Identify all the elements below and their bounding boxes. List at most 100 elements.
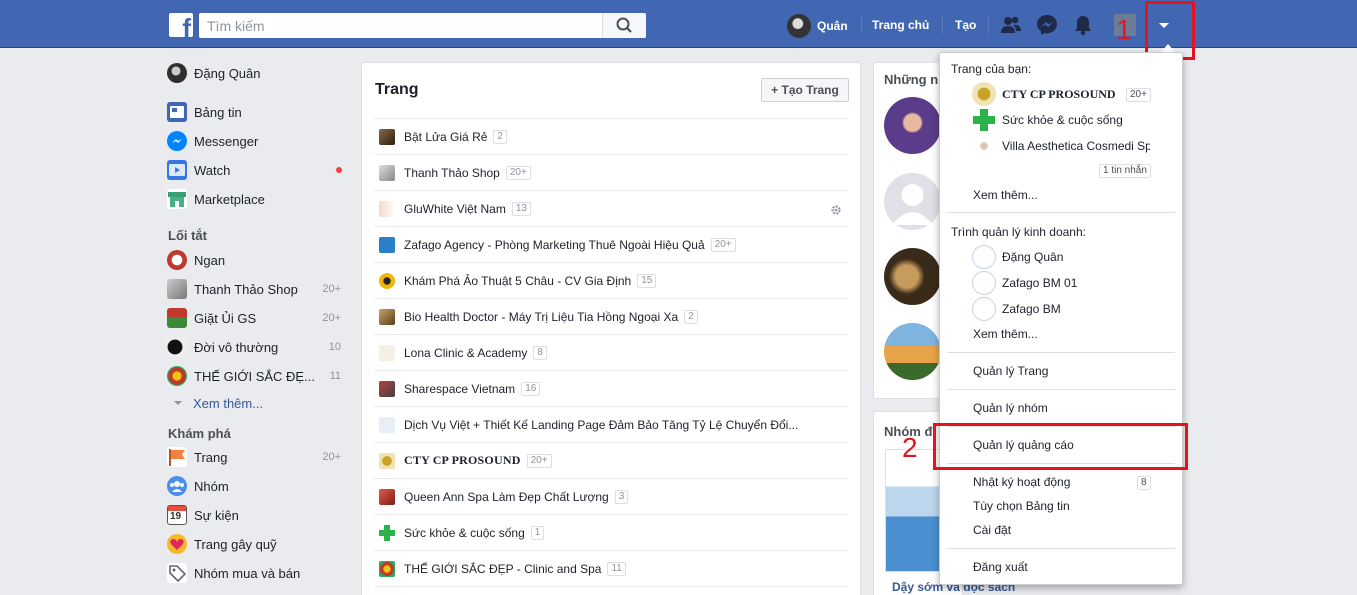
shortcut-item[interactable]: Đời vô thường 10 bbox=[167, 336, 347, 358]
sidebar-profile[interactable]: Đặng Quân bbox=[167, 62, 347, 84]
page-name[interactable]: Lona Clinic & Academy bbox=[404, 346, 527, 360]
table-row[interactable]: Bio Health Doctor - Máy Trị Liệu Tia Hồn… bbox=[374, 298, 848, 334]
sidebar-profile-name: Đặng Quân bbox=[194, 65, 261, 81]
gear-icon[interactable] bbox=[830, 204, 842, 216]
business-account-name: Zafago BM bbox=[1002, 302, 1061, 316]
page-name[interactable]: Zafago Agency - Phòng Marketing Thuê Ngo… bbox=[404, 238, 705, 252]
business-manager-heading: Trình quản lý kinh doanh: bbox=[951, 225, 1086, 239]
page-logo-icon bbox=[167, 250, 187, 270]
page-name[interactable]: THẾ GIỚI SẮC ĐẸP - Clinic and Spa bbox=[404, 562, 601, 576]
manage-groups-menu-item[interactable]: Quản lý nhóm bbox=[973, 401, 1048, 415]
sidebar-item-groups[interactable]: Nhóm bbox=[167, 475, 347, 497]
search-input[interactable] bbox=[199, 13, 599, 38]
activity-log-menu-item[interactable]: Nhật ký hoạt động bbox=[973, 475, 1070, 489]
news-feed-preferences-menu-item[interactable]: Tùy chọn Bảng tin bbox=[973, 499, 1070, 513]
shortcut-item[interactable]: Ngan bbox=[167, 249, 347, 271]
search-icon bbox=[616, 17, 632, 33]
business-account-item[interactable]: Zafago BM bbox=[972, 297, 1172, 321]
shortcut-item[interactable]: THẾ GIỚI SẮC ĐẸ... 11 bbox=[167, 365, 347, 387]
sidebar-item-label: Messenger bbox=[194, 133, 259, 149]
shortcuts-see-more-link[interactable]: Xem thêm... bbox=[173, 392, 353, 414]
sidebar-item-news-feed[interactable]: Bảng tin bbox=[167, 101, 347, 123]
logout-menu-item[interactable]: Đăng xuất bbox=[973, 560, 1028, 574]
divider bbox=[861, 16, 862, 34]
table-row[interactable]: GluWhite Việt Nam 13 bbox=[374, 190, 848, 226]
business-account-item[interactable]: Zafago BM 01 bbox=[972, 271, 1172, 295]
suggested-group-photo[interactable] bbox=[884, 323, 941, 380]
page-title: Trang bbox=[375, 81, 419, 98]
business-icon bbox=[972, 245, 996, 269]
shortcut-count: 20+ bbox=[322, 312, 341, 324]
page-name[interactable]: Queen Ann Spa Làm Đẹp Chất Lượng bbox=[404, 490, 609, 504]
settings-menu-item[interactable]: Cài đặt bbox=[973, 523, 1011, 537]
page-thumbnail bbox=[379, 452, 395, 469]
sidebar-item-events[interactable]: 19 Sự kiện bbox=[167, 504, 347, 526]
page-name[interactable]: Sức khỏe & cuộc sống bbox=[404, 526, 525, 540]
dropdown-page-item[interactable]: Villa Aesthetica Cosmedi Sp bbox=[972, 134, 1150, 158]
green-cross-icon bbox=[973, 109, 995, 131]
business-icon bbox=[972, 297, 996, 321]
suggested-group-photo[interactable] bbox=[884, 248, 941, 305]
search-button[interactable] bbox=[602, 13, 646, 38]
see-more-pages-link[interactable]: Xem thêm... bbox=[973, 188, 1038, 202]
default-avatar-icon[interactable] bbox=[884, 173, 941, 230]
shortcut-label: Giặt Ủi GS bbox=[194, 310, 257, 326]
page-name[interactable]: Bio Health Doctor - Máy Trị Liệu Tia Hồn… bbox=[404, 310, 678, 324]
manage-pages-menu-item[interactable]: Quản lý Trang bbox=[973, 364, 1048, 378]
dropdown-page-item[interactable]: Sức khỏe & cuộc sống bbox=[972, 108, 1172, 132]
shortcut-item[interactable]: Thanh Thảo Shop 20+ bbox=[167, 278, 347, 300]
table-row[interactable]: Bật Lửa Giá Rẻ 2 bbox=[374, 118, 848, 154]
table-row[interactable]: Sharespace Vietnam 16 bbox=[374, 370, 848, 406]
page-thumbnail bbox=[379, 488, 395, 505]
suggested-person-photo[interactable] bbox=[884, 97, 941, 154]
friend-requests-icon[interactable] bbox=[1000, 14, 1022, 36]
page-name[interactable]: Dịch Vụ Việt + Thiết Kế Landing Page Đảm… bbox=[404, 418, 798, 432]
sidebar-item-messenger[interactable]: Messenger bbox=[167, 130, 347, 152]
see-more-business-link[interactable]: Xem thêm... bbox=[973, 327, 1038, 341]
page-name[interactable]: Thanh Thảo Shop bbox=[404, 166, 500, 180]
sidebar-item-marketplace[interactable]: Marketplace bbox=[167, 188, 347, 210]
business-account-name: Đặng Quân bbox=[1002, 250, 1064, 264]
facebook-logo-icon[interactable]: f bbox=[169, 13, 193, 37]
table-row[interactable]: Sức khỏe & cuộc sống 1 bbox=[374, 514, 848, 550]
sidebar-item-pages[interactable]: Trang 20+ bbox=[167, 446, 347, 468]
page-name[interactable]: CTY CP PROSOUND bbox=[404, 453, 521, 468]
table-row[interactable]: Zafago Agency - Phòng Marketing Thuê Ngo… bbox=[374, 226, 848, 262]
sidebar-item-watch[interactable]: Watch bbox=[167, 159, 347, 181]
tag-icon bbox=[167, 563, 187, 583]
table-row[interactable]: THẾ GIỚI SẮC ĐẸP - Clinic and Spa 11 bbox=[374, 550, 848, 586]
table-row[interactable]: Dịch Vụ Việt + Thiết Kế Landing Page Đảm… bbox=[374, 406, 848, 442]
divider bbox=[947, 212, 1175, 213]
page-name[interactable]: GluWhite Việt Nam bbox=[404, 202, 506, 216]
sidebar-item-label: Nhóm bbox=[194, 478, 229, 494]
explore-heading: Khám phá bbox=[168, 426, 231, 441]
create-page-button[interactable]: + Tạo Trang bbox=[761, 78, 849, 102]
shortcut-item[interactable]: Giặt Ủi GS 20+ bbox=[167, 307, 347, 329]
profile-link[interactable]: Quân bbox=[787, 14, 848, 38]
page-logo-icon bbox=[167, 279, 187, 299]
page-thumbnail bbox=[379, 344, 395, 361]
page-thumbnail bbox=[379, 272, 395, 289]
page-name[interactable]: Sharespace Vietnam bbox=[404, 382, 515, 396]
notification-count-badge: 16 bbox=[521, 381, 541, 396]
table-row[interactable]: Khám Phá Ảo Thuật 5 Châu - CV Gia Định 1… bbox=[374, 262, 848, 298]
home-link[interactable]: Trang chủ bbox=[872, 18, 929, 32]
sidebar-item-fundraisers[interactable]: Trang gây quỹ bbox=[167, 533, 347, 555]
page-name[interactable]: Bật Lửa Giá Rẻ bbox=[404, 130, 487, 144]
shortcut-count: 10 bbox=[328, 341, 341, 353]
table-row[interactable]: Thanh Thảo Shop 20+ bbox=[374, 154, 848, 190]
page-name[interactable]: Khám Phá Ảo Thuật 5 Châu - CV Gia Định bbox=[404, 274, 631, 288]
create-link[interactable]: Tạo bbox=[955, 18, 976, 32]
sidebar-item-label: Trang bbox=[194, 449, 228, 465]
business-account-name: Zafago BM 01 bbox=[1002, 276, 1078, 290]
business-account-item[interactable]: Đặng Quân bbox=[972, 245, 1172, 269]
table-row[interactable]: CTY CP PROSOUND 20+ bbox=[374, 442, 848, 478]
table-row[interactable]: Lona Clinic & Academy 8 bbox=[374, 334, 848, 370]
sidebar-item-buy-sell-groups[interactable]: Nhóm mua và bán bbox=[167, 562, 347, 584]
table-row[interactable]: Queen Ann Spa Làm Đẹp Chất Lượng 3 bbox=[374, 478, 848, 514]
notifications-bell-icon[interactable] bbox=[1072, 14, 1094, 36]
business-icon bbox=[972, 271, 996, 295]
marketplace-icon bbox=[167, 189, 187, 209]
messenger-icon[interactable] bbox=[1036, 14, 1058, 36]
notification-count-badge: 20+ bbox=[1126, 88, 1151, 102]
